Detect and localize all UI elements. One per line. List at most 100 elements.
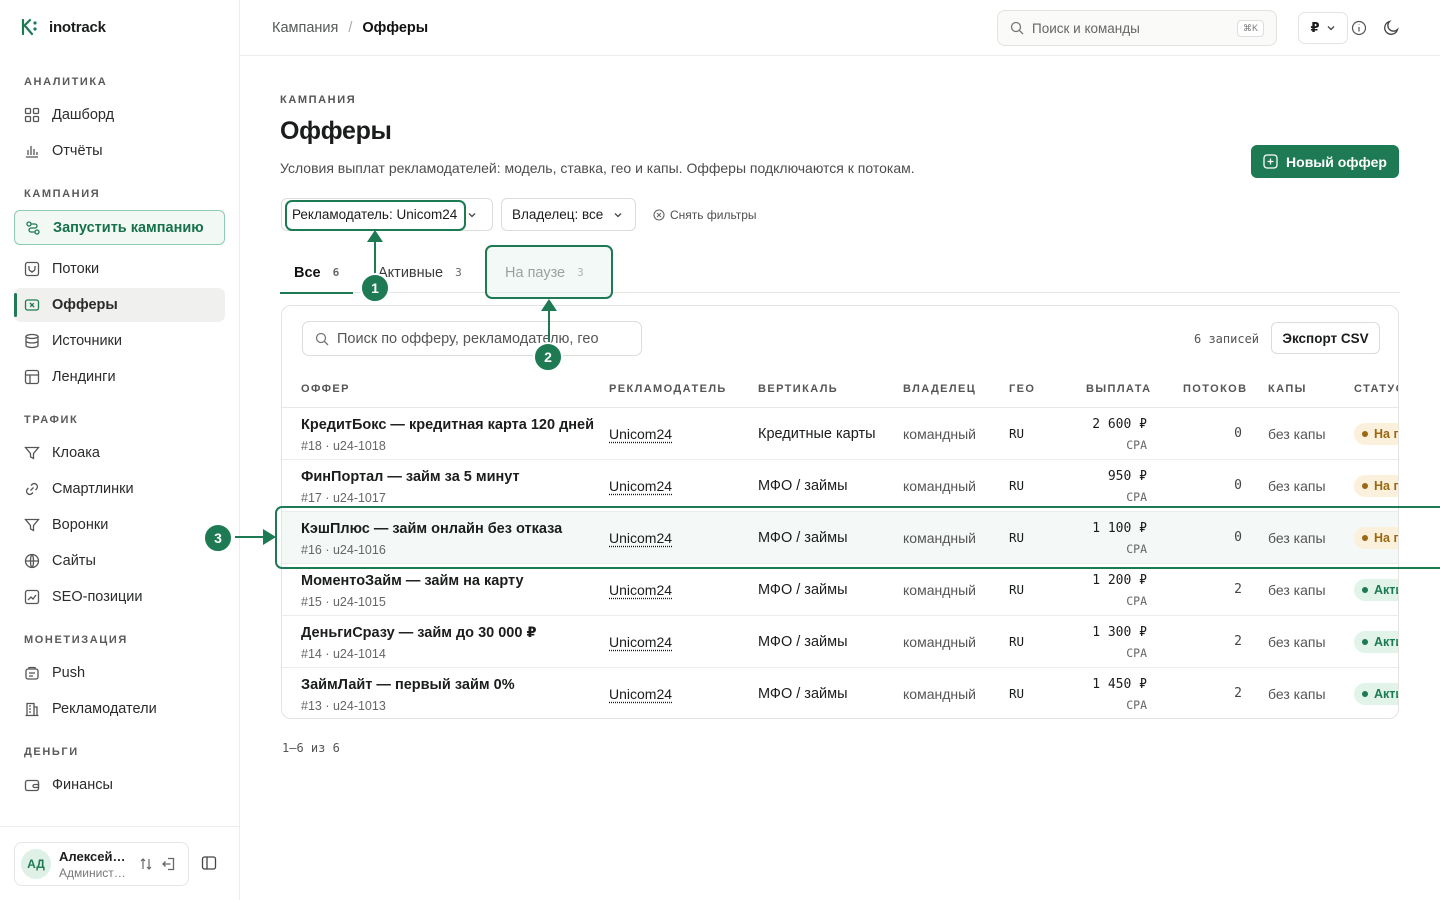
vertical: МФО / займы [758, 478, 848, 494]
sidebar-item-cloaking[interactable]: Клоака [14, 436, 225, 470]
table-row[interactable]: ЗаймЛайт — первый займ 0% #13 · u24-1013… [282, 668, 1399, 719]
logout-icon[interactable] [161, 856, 177, 872]
tab-count: 3 [577, 266, 584, 279]
table-search-input[interactable]: Поиск по офферу, рекламодателю, гео [302, 321, 642, 356]
table-row[interactable]: КредитБокс — кредитная карта 120 дней #1… [282, 408, 1399, 460]
status-badge: Активен [1354, 579, 1399, 601]
advertiser-link[interactable]: Unicom24 [609, 582, 672, 598]
payout-model: CPA [1126, 698, 1147, 712]
payout: 1 450 ₽ [1092, 677, 1147, 692]
breadcrumb-current: Офферы [362, 20, 428, 36]
column-header[interactable]: ВЕРТИКАЛЬ [758, 383, 838, 395]
column-header[interactable]: ВЛАДЕЛЕЦ [903, 383, 976, 395]
export-csv-button[interactable]: Экспорт CSV [1271, 322, 1380, 354]
sidebar-item-seo[interactable]: SEO-позиции [14, 580, 225, 614]
table-header: ОФФЕР РЕКЛАМОДАТЕЛЬ ВЕРТИКАЛЬ ВЛАДЕЛЕЦ Г… [282, 368, 1399, 408]
sidebar-item-label: Источники [52, 333, 122, 349]
offer-id: #16 · u24-1016 [301, 543, 386, 557]
annotation-connector [374, 240, 376, 274]
logo-icon [20, 18, 40, 36]
column-header[interactable]: РЕКЛАМОДАТЕЛЬ [609, 383, 727, 395]
new-offer-button[interactable]: Новый оффер [1251, 145, 1399, 178]
arrow-right-icon [263, 529, 276, 545]
offer-id: #18 · u24-1018 [301, 439, 386, 453]
offer-id: #15 · u24-1015 [301, 595, 386, 609]
fork-icon [24, 261, 40, 277]
section-title: МОНЕТИЗАЦИЯ [24, 634, 128, 646]
column-header[interactable]: СТАТУС [1354, 383, 1399, 395]
flows-count: 2 [1234, 582, 1242, 597]
sidebar-item-flows[interactable]: Потоки [14, 252, 225, 286]
geo: RU [1009, 426, 1024, 441]
advertiser-link[interactable]: Unicom24 [609, 686, 672, 702]
info-icon[interactable] [1351, 20, 1367, 36]
breadcrumb-item[interactable]: Кампания [272, 20, 338, 36]
table-row[interactable]: МоментоЗайм — займ на карту #15 · u24-10… [282, 564, 1399, 616]
sidebar-item-sites[interactable]: Сайты [14, 544, 225, 578]
currency-select[interactable]: ₽ [1298, 12, 1348, 44]
column-header[interactable]: ПОТОКОВ [1183, 383, 1247, 395]
table-row[interactable]: ФинПортал — займ за 5 минут #17 · u24-10… [282, 460, 1399, 512]
table-row[interactable]: КэшПлюс — займ онлайн без отказа #16 · u… [282, 512, 1399, 564]
sidebar-item-launch-campaign[interactable]: Запустить кампанию [14, 210, 225, 245]
column-header[interactable]: КАПЫ [1268, 383, 1307, 395]
caps: без капы [1268, 530, 1326, 546]
column-header[interactable]: ГЕО [1009, 383, 1035, 395]
sidebar-item-label: Отчёты [52, 143, 103, 159]
layout-icon [24, 369, 40, 385]
sidebar-item-offers[interactable]: Офферы [14, 288, 225, 322]
sidebar-item-advertisers[interactable]: Рекламодатели [14, 692, 225, 726]
tab-active[interactable]: Активные 3 [378, 252, 462, 293]
sidebar-toggle-icon[interactable] [201, 855, 217, 871]
command-search[interactable]: Поиск и команды ⌘K [997, 10, 1277, 46]
sidebar-item-landings[interactable]: Лендинги [14, 360, 225, 394]
moon-icon[interactable] [1383, 19, 1400, 36]
link-icon [24, 481, 40, 497]
advertiser-link[interactable]: Unicom24 [609, 478, 672, 494]
caps: без капы [1268, 686, 1326, 702]
tab-all[interactable]: Все 6 [294, 252, 339, 293]
column-header[interactable]: ВЫПЛАТА [1086, 383, 1152, 395]
sidebar-item-label: Финансы [52, 777, 113, 793]
status-dot [1362, 483, 1368, 489]
payout: 1 100 ₽ [1092, 521, 1147, 536]
sidebar-item-sources[interactable]: Источники [14, 324, 225, 358]
column-header[interactable]: ОФФЕР [301, 383, 350, 395]
annotation-badge: 2 [533, 342, 563, 372]
advertiser-link[interactable]: Unicom24 [609, 634, 672, 650]
tab-count: 3 [455, 266, 462, 279]
vertical: МФО / займы [758, 634, 848, 650]
advertiser-link[interactable]: Unicom24 [609, 530, 672, 546]
sidebar-item-smartlinks[interactable]: Смартлинки [14, 472, 225, 506]
user-role: Администратор [59, 866, 129, 880]
offer-name[interactable]: КредитБокс — кредитная карта 120 дней [301, 417, 594, 433]
sidebar-item-push[interactable]: Push [14, 656, 225, 690]
switch-icon[interactable] [139, 857, 153, 871]
offer-id: #14 · u24-1014 [301, 647, 386, 661]
owner: командный [903, 634, 976, 650]
table-row[interactable]: ДеньгиСразу — займ до 30 000 ₽ #14 · u24… [282, 616, 1399, 668]
tab-paused[interactable]: На паузе 3 [505, 252, 584, 293]
clear-filters-button[interactable]: Снять фильтры [653, 208, 757, 222]
advertiser-link[interactable]: Unicom24 [609, 426, 672, 442]
offer-name[interactable]: МоментоЗайм — займ на карту [301, 573, 524, 589]
bar-chart-icon [24, 143, 40, 159]
push-icon [24, 665, 40, 681]
search-icon [315, 332, 329, 346]
advertiser-filter[interactable]: Рекламодатель: Unicom24 [281, 198, 493, 231]
grid-icon [24, 107, 40, 123]
offer-name[interactable]: ДеньгиСразу — займ до 30 000 ₽ [301, 625, 537, 641]
offer-name[interactable]: КэшПлюс — займ онлайн без отказа [301, 521, 562, 537]
user-card[interactable]: АД Алексей Дмитриев Администратор [14, 842, 189, 886]
sidebar-item-finance[interactable]: Финансы [14, 768, 225, 802]
sidebar-item-dashboard[interactable]: Дашборд [14, 98, 225, 132]
tab-label: Все [294, 265, 321, 281]
sidebar-item-label: Сайты [52, 553, 96, 569]
sidebar-item-funnels[interactable]: Воронки [14, 508, 225, 542]
sidebar-item-reports[interactable]: Отчёты [14, 134, 225, 168]
owner-filter[interactable]: Владелец: все [501, 198, 636, 231]
brand[interactable]: inotrack [20, 18, 106, 36]
command-search-placeholder: Поиск и команды [1032, 21, 1140, 36]
offer-name[interactable]: ЗаймЛайт — первый займ 0% [301, 677, 515, 693]
offer-name[interactable]: ФинПортал — займ за 5 минут [301, 469, 520, 485]
